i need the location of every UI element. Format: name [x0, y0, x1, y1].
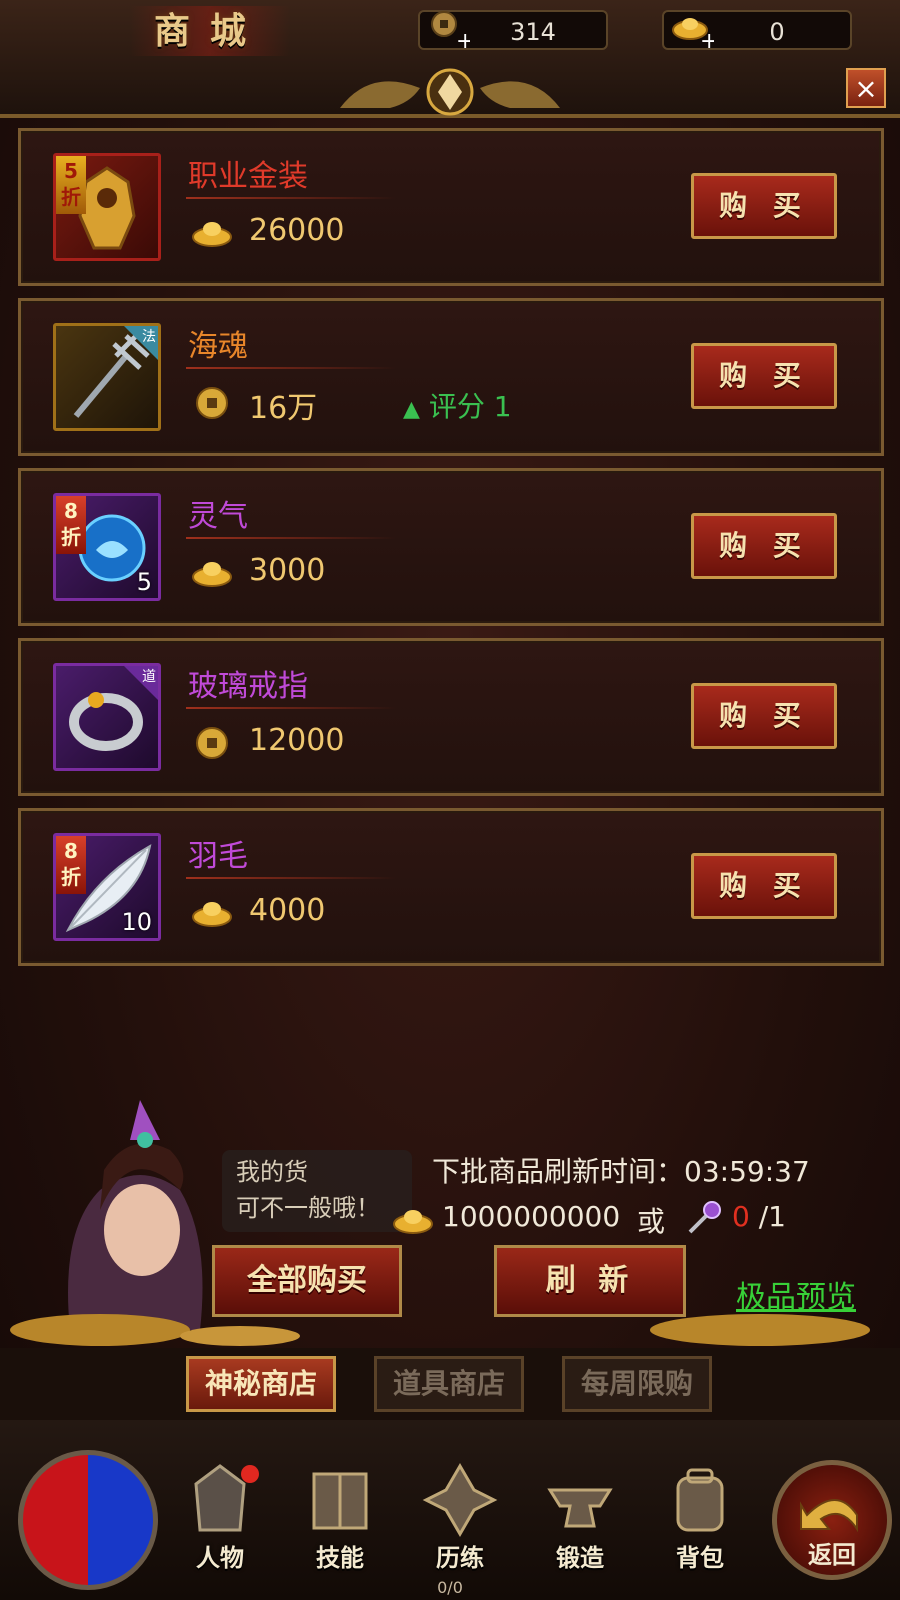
buy-button[interactable]: 购 买 [691, 513, 837, 579]
hp-mp-orb [18, 1450, 158, 1590]
discount-badge: 8折 [56, 836, 86, 894]
gold-ingot-icon [192, 222, 232, 247]
skill-book-icon [312, 1472, 368, 1530]
nav-label: 人物 [196, 1544, 244, 1572]
page-title: 商城 [130, 6, 290, 56]
item-price: 3000 [249, 553, 326, 588]
nav-forge[interactable]: 锻造 [530, 1460, 630, 1572]
refresh-cost: 1000000000 或 0 /1 [392, 1200, 812, 1240]
tab-weekly-limited[interactable]: 每周限购 [562, 1356, 712, 1412]
item-price: 12000 [249, 723, 345, 758]
close-button[interactable]: × [846, 68, 886, 108]
buy-button[interactable]: 购 买 [691, 343, 837, 409]
buy-button[interactable]: 购 买 [691, 173, 837, 239]
item-icon-frame[interactable]: 法 [53, 323, 161, 431]
name-divider [186, 537, 396, 539]
nav-label: 背包 [676, 1544, 724, 1572]
anvil-icon [547, 1488, 613, 1528]
gold-pile-decoration [10, 1314, 870, 1346]
coin-icon [196, 387, 228, 419]
name-divider [186, 197, 396, 199]
refresh-key-icon [688, 1201, 721, 1234]
item-name: 海魂 [188, 329, 248, 364]
gold-ingot-icon [393, 1210, 433, 1234]
merchant-speech-bubble: 我的货 可不一般哦！ [222, 1150, 412, 1232]
item-price: 4000 [249, 893, 326, 928]
backpack-icon [676, 1468, 724, 1532]
nav-label: 历练 [436, 1544, 484, 1572]
speech-line: 可不一般哦！ [236, 1194, 380, 1222]
nav-character[interactable]: 人物 [170, 1460, 270, 1572]
shop-item-row: 8折 5 灵气 3000 购 买 [18, 468, 884, 626]
buy-button[interactable]: 购 买 [691, 853, 837, 919]
dragon-emblem-icon [340, 68, 560, 116]
item-count: 5 [136, 568, 152, 596]
item-price: 26000 [249, 213, 345, 248]
class-corner-label: 法 [142, 329, 156, 345]
tab-item-shop[interactable]: 道具商店 [374, 1356, 524, 1412]
svg-text:+: + [700, 29, 714, 52]
training-emblem-icon [422, 1463, 498, 1537]
tab-mystery-shop[interactable]: 神秘商店 [186, 1356, 336, 1412]
nav-skills[interactable]: 技能 [290, 1460, 390, 1572]
shop-item-row: 法 海魂 16万 ▲ 评分 1 购 买 [18, 298, 884, 456]
score-indicator: ▲ 评分 1 [403, 385, 512, 425]
refresh-cost-value: 1000000000 [442, 1200, 621, 1233]
item-icon-frame[interactable]: 5折 [53, 153, 161, 261]
gold-amount: 0 [769, 18, 785, 46]
nav-label: 技能 [316, 1544, 364, 1572]
shop-item-row: 8折 10 羽毛 4000 购 买 [18, 808, 884, 966]
name-divider [186, 707, 396, 709]
copper-amount: 314 [510, 18, 556, 46]
back-label: 返回 [808, 1541, 856, 1569]
score-label: 评分 1 [428, 390, 512, 423]
nav-training[interactable]: 历练 [410, 1460, 510, 1572]
refresh-timer: 下批商品刷新时间：03:59:37 [432, 1155, 810, 1188]
close-icon: × [854, 72, 878, 105]
discount-badge: 5折 [56, 156, 86, 214]
svg-text:+: + [456, 29, 470, 52]
item-name: 羽毛 [188, 839, 248, 874]
key-total: /1 [749, 1200, 786, 1233]
name-divider [186, 877, 396, 879]
item-icon-frame[interactable]: 道 [53, 663, 161, 771]
buy-button[interactable]: 购 买 [691, 683, 837, 749]
gold-ingot-add-icon[interactable]: + [670, 8, 714, 52]
page-indicator: 0/0 [437, 1578, 463, 1597]
item-count: 10 [121, 908, 152, 936]
copper-currency[interactable]: + 314 [418, 8, 608, 52]
item-icon-frame[interactable]: 8折 10 [53, 833, 161, 941]
item-name: 职业金装 [188, 159, 308, 194]
arrow-up-icon: ▲ [403, 397, 420, 422]
merchant-portrait [68, 1100, 203, 1330]
header-bar: 商城 + 314 + 0 × [0, 0, 900, 118]
nav-backpack[interactable]: 背包 [650, 1460, 750, 1572]
shop-item-row: 5折 职业金装 26000 购 买 [18, 128, 884, 286]
or-label: 或 [637, 1205, 666, 1238]
item-icon-frame[interactable]: 8折 5 [53, 493, 161, 601]
item-price: 16万 [249, 391, 318, 426]
class-corner-label: 道 [142, 669, 156, 685]
gold-currency[interactable]: + 0 [662, 8, 852, 52]
nav-label: 锻造 [556, 1544, 604, 1572]
key-current: 0 [732, 1200, 750, 1233]
gold-ingot-icon [192, 902, 232, 927]
name-divider [186, 367, 396, 369]
copper-coin-add-icon[interactable]: + [426, 8, 470, 52]
item-name: 灵气 [188, 499, 248, 534]
character-helmet-icon [194, 1464, 259, 1532]
shop-screen: 商城 + 314 + 0 × 5 折 职业金装 26000 购 买 法 海魂 1… [0, 0, 900, 1600]
item-name: 玻璃戒指 [188, 669, 308, 704]
back-button[interactable]: 返回 [772, 1460, 892, 1580]
discount-badge: 8折 [56, 496, 86, 554]
shop-item-row: 道 玻璃戒指 12000 购 买 [18, 638, 884, 796]
coin-icon [196, 727, 228, 759]
speech-line: 我的货 [236, 1158, 308, 1186]
gold-ingot-icon [192, 562, 232, 587]
refresh-key-count: 0 /1 [732, 1200, 786, 1233]
